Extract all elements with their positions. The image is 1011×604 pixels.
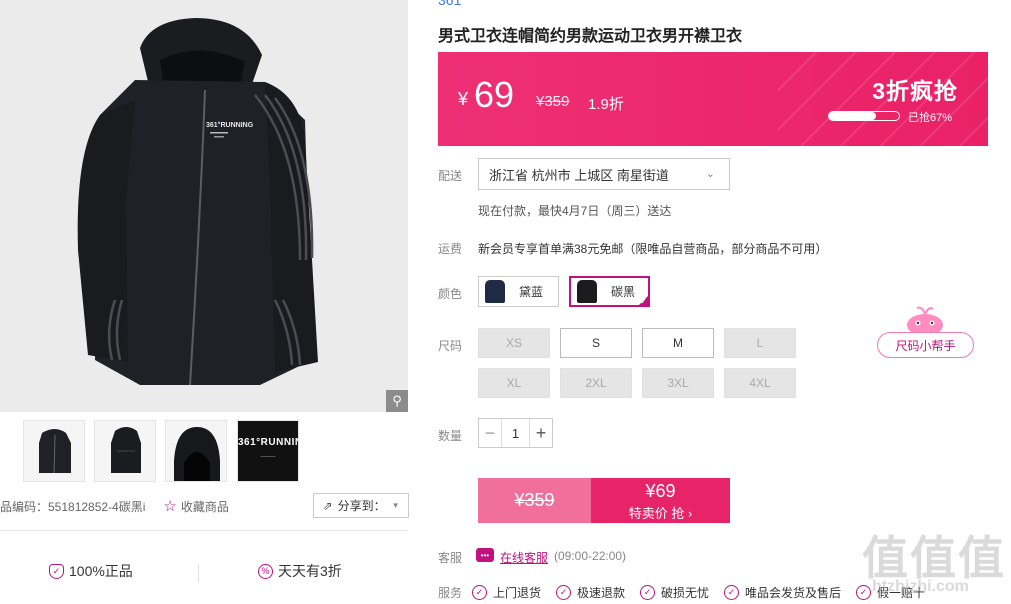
favorite-button[interactable]: ☆ 收藏商品 [163, 497, 228, 515]
current-price: 69 [474, 74, 515, 115]
price-banner: ¥ 69 ¥359 1.9折 3折疯抢 已抢67% [438, 52, 988, 146]
customer-service-label: 客服 [438, 551, 463, 565]
chest-print-text: 361°RUNNING [206, 121, 254, 129]
original-price: ¥359 [536, 93, 570, 110]
sold-progress-text: 已抢67% [908, 112, 953, 124]
service-item: ✓ 上门退货 [472, 584, 541, 601]
plus-button[interactable]: + [530, 419, 552, 447]
brand-link[interactable]: 361° [438, 0, 467, 8]
thumbnail-subtext: ——— [260, 454, 276, 460]
color-name: 黛蓝 [519, 285, 544, 299]
sold-progress-fill [829, 112, 876, 120]
original-price-button[interactable]: ¥359 [478, 478, 591, 523]
chat-icon: ••• [476, 548, 494, 562]
promise-authentic: ✓ 100%正品 [49, 561, 133, 581]
minus-button[interactable]: − [479, 419, 501, 447]
swatch-image [485, 280, 505, 303]
service-item: ✓ 破损无忧 [640, 584, 709, 601]
product-title: 男式卫衣连帽简约男款运动卫衣男开襟卫衣 [438, 28, 743, 45]
thumbnail-2[interactable] [94, 420, 156, 482]
zoom-icon[interactable]: ⚲ [386, 390, 408, 412]
buy-now-button[interactable]: ¥69 特卖价 抢 › [591, 478, 730, 523]
thumbnail-3[interactable] [165, 420, 227, 482]
quantity-label: 数量 [438, 429, 463, 443]
promise-label: 100%正品 [69, 563, 133, 579]
services-label: 服务 [438, 586, 463, 600]
swatch-image [577, 280, 597, 303]
color-option-navy[interactable]: 黛蓝 [478, 276, 559, 307]
star-icon: ☆ [163, 498, 177, 515]
check-circle-icon: ✓ [556, 585, 571, 600]
shipping-label: 运费 [438, 242, 463, 256]
size-option-xl[interactable]: XL [478, 368, 550, 398]
service-item: ✓ 唯品会发货及售后 [724, 584, 841, 601]
divider [198, 564, 199, 582]
divider [0, 530, 408, 531]
size-option-l[interactable]: L [724, 328, 796, 358]
chevron-down-icon: ⌄ [705, 168, 715, 180]
size-option-4xl[interactable]: 4XL [724, 368, 796, 398]
size-helper-button[interactable]: 尺码小帮手 [877, 332, 974, 358]
check-icon: ✓ [640, 297, 647, 306]
product-code-row: 品编码：551812852-4碳黑i ☆ 收藏商品 [0, 497, 229, 515]
color-label: 颜色 [438, 287, 463, 301]
size-option-m[interactable]: M [642, 328, 714, 358]
delivery-eta: 现在付款，最快4月7日（周三）送达 [478, 204, 672, 218]
service-item-label: 上门退货 [493, 586, 542, 600]
service-item-label: 唯品会发货及售后 [745, 586, 842, 600]
size-option-2xl[interactable]: 2XL [560, 368, 632, 398]
share-icon: ⇗ [322, 498, 333, 513]
buy-cta: 特卖价 抢 › [628, 506, 693, 521]
watermark-subtext: htzhizhi.com [872, 578, 969, 595]
check-circle-icon: ✓ [472, 585, 487, 600]
promise-label: 天天有3折 [278, 563, 342, 579]
address-value: 浙江省 杭州市 上城区 南星街道 [489, 167, 669, 183]
service-hours: (09:00-22:00) [554, 549, 627, 563]
chevron-down-icon: ▼ [391, 501, 400, 510]
quantity-stepper: − 1 + [478, 418, 553, 448]
shield-icon: ✓ [49, 563, 64, 579]
product-main-image[interactable]: 361°RUNNING ⚲ [0, 0, 408, 412]
size-option-s[interactable]: S [560, 328, 632, 358]
thumbnail-print-text: 361°RUNNING [238, 437, 298, 448]
delivery-label: 配送 [438, 169, 463, 183]
share-button[interactable]: ⇗ 分享到： ▼ [313, 493, 409, 518]
currency-symbol: ¥ [458, 89, 469, 109]
sold-progress-bar [828, 111, 900, 121]
product-code: 品编码：551812852-4碳黑i [0, 499, 146, 514]
color-option-black[interactable]: 碳黑 ✓ [569, 276, 650, 307]
size-option-xs[interactable]: XS [478, 328, 550, 358]
promise-daily-discount: % 天天有3折 [258, 561, 342, 581]
online-service-link[interactable]: 在线客服 [500, 549, 548, 566]
service-item-label: 破损无忧 [661, 586, 710, 600]
shipping-note: 新会员专享首单满38元免邮（限唯品自营商品，部分商品不可用） [478, 242, 828, 256]
check-circle-icon: ✓ [724, 585, 739, 600]
favorite-label: 收藏商品 [180, 499, 229, 514]
size-option-3xl[interactable]: 3XL [642, 368, 714, 398]
hoodie-image: 361°RUNNING [77, 18, 318, 386]
thumbnail-1[interactable] [23, 420, 85, 482]
check-circle-icon: ✓ [640, 585, 655, 600]
percent-icon: % [258, 563, 273, 579]
quantity-input[interactable]: 1 [501, 419, 530, 447]
deal-label: 3折疯抢 [872, 78, 958, 104]
size-label: 尺码 [438, 339, 463, 353]
address-select[interactable]: 浙江省 杭州市 上城区 南星街道 ⌄ [478, 158, 730, 190]
discount-rate: 1.9折 [588, 96, 624, 113]
color-name: 碳黑 [611, 285, 636, 299]
share-label: 分享到： [337, 499, 386, 513]
service-item-label: 极速退款 [577, 586, 626, 600]
buy-price: ¥69 [645, 481, 676, 501]
thumbnail-4[interactable]: 361°RUNNING ——— [237, 420, 299, 482]
service-item: ✓ 极速退款 [556, 584, 625, 601]
